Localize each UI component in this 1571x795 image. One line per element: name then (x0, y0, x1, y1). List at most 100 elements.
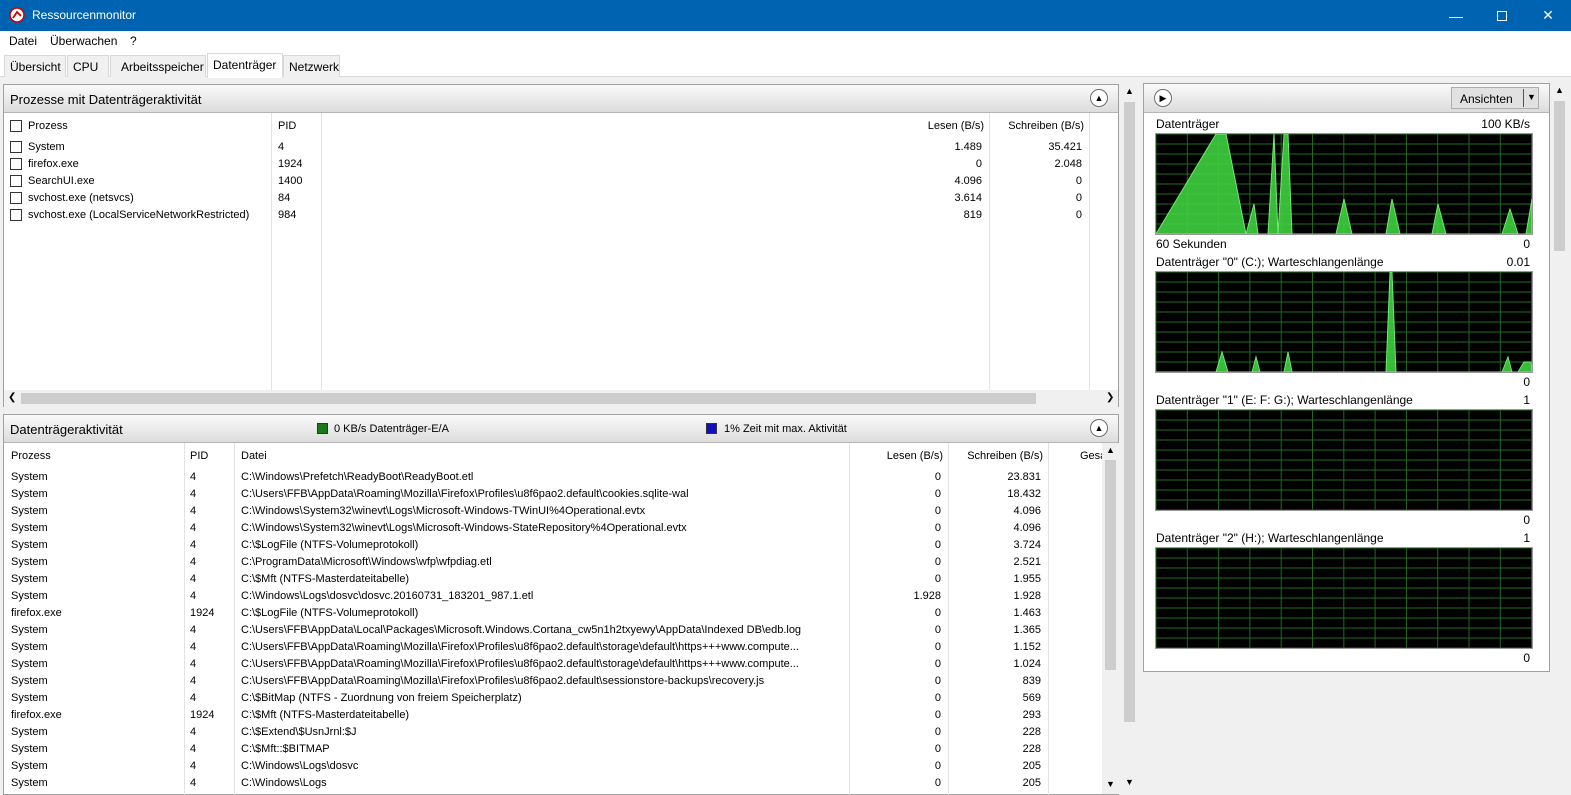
process-name: svchost.exe (LocalServiceNetworkRestrict… (28, 209, 250, 221)
graph-time-span: 60 Sekunden (1156, 237, 1227, 251)
scroll-down-icon[interactable]: ▼ (1106, 779, 1115, 789)
row-file: C:\ProgramData\Microsoft\Windows\wfp\wfp… (241, 556, 492, 568)
row-read: 0 (934, 556, 941, 568)
col-header-write[interactable]: Schreiben (B/s) (994, 120, 1084, 132)
process-checkbox[interactable] (10, 175, 22, 187)
row-file: C:\$LogFile (NTFS-Volumeprotokoll) (241, 607, 419, 619)
activity-vertical-scrollbar[interactable]: ▲ ▼ (1102, 443, 1119, 794)
tab-memory[interactable]: Arbeitsspeicher (110, 55, 206, 77)
process-pid: 1400 (278, 175, 303, 187)
menu-monitor[interactable]: Überwachen (50, 34, 117, 48)
row-pid: 4 (190, 743, 197, 755)
row-file: C:\Windows\System32\winevt\Logs\Microsof… (241, 522, 687, 534)
row-write: 205 (1022, 760, 1041, 772)
processes-panel: Prozesse mit Datenträgeraktivität ▲ Proz… (3, 84, 1119, 407)
row-file: C:\$LogFile (NTFS-Volumeprotokoll) (241, 539, 419, 551)
process-write: 0 (1075, 192, 1082, 204)
row-file: C:\Users\FFB\AppData\Roaming\Mozilla\Fir… (241, 675, 765, 687)
row-process: System (11, 573, 48, 585)
row-pid: 4 (190, 471, 197, 483)
row-process: System (11, 590, 48, 602)
process-name: svchost.exe (netsvcs) (28, 192, 134, 204)
row-write: 4.096 (1013, 505, 1041, 517)
graphs-vertical-scrollbar[interactable]: ▲ (1551, 83, 1568, 253)
main-vertical-scrollbar[interactable]: ▲ ▼ (1121, 84, 1138, 795)
collapse-activity-button[interactable]: ▲ (1090, 419, 1108, 437)
views-button[interactable]: Ansichten ▼ (1451, 87, 1539, 109)
row-read: 0 (934, 641, 941, 653)
col-header-pid[interactable]: PID (190, 450, 208, 462)
scrollbar-thumb[interactable] (21, 393, 1036, 404)
graph-min: 0 (1523, 651, 1530, 665)
expand-graphs-button[interactable]: ▶ (1154, 89, 1172, 107)
process-pid: 84 (278, 192, 291, 204)
row-pid: 1924 (190, 709, 215, 721)
row-process: System (11, 488, 48, 500)
row-write: 1.365 (1013, 624, 1041, 636)
process-checkbox[interactable] (10, 158, 22, 170)
row-process: System (11, 539, 48, 551)
tab-overview[interactable]: Übersicht (4, 55, 66, 77)
row-file: C:\Windows\Prefetch\ReadyBoot\ReadyBoot.… (241, 471, 474, 483)
col-header-process[interactable]: Prozess (11, 450, 51, 462)
scrollbar-thumb[interactable] (1124, 102, 1135, 722)
maximize-button[interactable] (1479, 0, 1525, 31)
col-header-pid[interactable]: PID (278, 120, 296, 132)
row-process: System (11, 522, 48, 534)
row-file: C:\Users\FFB\AppData\Roaming\Mozilla\Fir… (241, 641, 799, 653)
scroll-left-icon[interactable]: ❮ (8, 392, 16, 403)
process-write: 0 (1075, 209, 1082, 221)
row-read: 0 (934, 760, 941, 772)
processes-panel-header[interactable]: Prozesse mit Datenträgeraktivität ▲ (4, 85, 1118, 113)
col-header-process[interactable]: Prozess (28, 120, 68, 132)
collapse-processes-button[interactable]: ▲ (1090, 89, 1108, 107)
menu-help[interactable]: ? (130, 34, 137, 48)
col-header-write[interactable]: Schreiben (B/s) (944, 450, 1043, 462)
process-checkbox[interactable] (10, 209, 22, 221)
row-read: 0 (934, 777, 941, 789)
scrollbar-thumb[interactable] (1554, 101, 1565, 251)
row-pid: 4 (190, 556, 197, 568)
row-write: 228 (1022, 726, 1041, 738)
graph-title: Datenträger "2" (H:); Warteschlangenläng… (1156, 531, 1384, 545)
processes-horizontal-scrollbar[interactable]: ❮ ❯ (4, 390, 1118, 407)
process-read: 1.489 (954, 141, 982, 153)
row-read: 0 (934, 573, 941, 585)
graph-max: 1 (1523, 393, 1530, 407)
row-write: 1.928 (1013, 590, 1041, 602)
minimize-button[interactable]: — (1433, 0, 1479, 31)
close-button[interactable]: ✕ (1525, 0, 1571, 31)
time-legend-swatch (706, 423, 717, 434)
dropdown-arrow-icon[interactable]: ▼ (1527, 92, 1536, 102)
scroll-right-icon[interactable]: ❯ (1106, 392, 1114, 403)
scroll-down-icon[interactable]: ▼ (1125, 777, 1134, 787)
row-process: firefox.exe (11, 607, 62, 619)
scrollbar-thumb[interactable] (1105, 460, 1116, 670)
scroll-up-icon[interactable]: ▲ (1125, 86, 1134, 96)
row-pid: 4 (190, 505, 197, 517)
maximize-icon (1497, 10, 1507, 21)
graph-title: Datenträger (1156, 117, 1220, 131)
row-pid: 4 (190, 573, 197, 585)
process-checkbox[interactable] (10, 141, 22, 153)
menu-file[interactable]: Datei (9, 34, 37, 48)
process-checkbox[interactable] (10, 192, 22, 204)
scroll-up-icon[interactable]: ▲ (1106, 445, 1115, 455)
row-pid: 4 (190, 658, 197, 670)
select-all-checkbox[interactable] (10, 120, 22, 132)
time-legend-label: 1% Zeit mit max. Aktivität (724, 423, 847, 435)
row-write: 293 (1022, 709, 1041, 721)
col-header-file[interactable]: Datei (241, 450, 267, 462)
col-header-read[interactable]: Lesen (B/s) (844, 450, 943, 462)
views-button-label: Ansichten (1460, 92, 1513, 106)
tab-cpu[interactable]: CPU (67, 55, 109, 77)
tab-disk[interactable]: Datenträger (207, 53, 283, 78)
disk-activity-panel-header[interactable]: Datenträgeraktivität 0 KB/s Datenträger-… (4, 415, 1118, 443)
scroll-up-icon[interactable]: ▲ (1555, 85, 1564, 95)
row-write: 3.724 (1013, 539, 1041, 551)
tab-network[interactable]: Netzwerk (283, 55, 340, 77)
col-header-total[interactable]: Gesa (1080, 450, 1102, 462)
process-read: 4.096 (954, 175, 982, 187)
col-header-read[interactable]: Lesen (B/s) (884, 120, 984, 132)
disk-graph (1155, 271, 1533, 373)
